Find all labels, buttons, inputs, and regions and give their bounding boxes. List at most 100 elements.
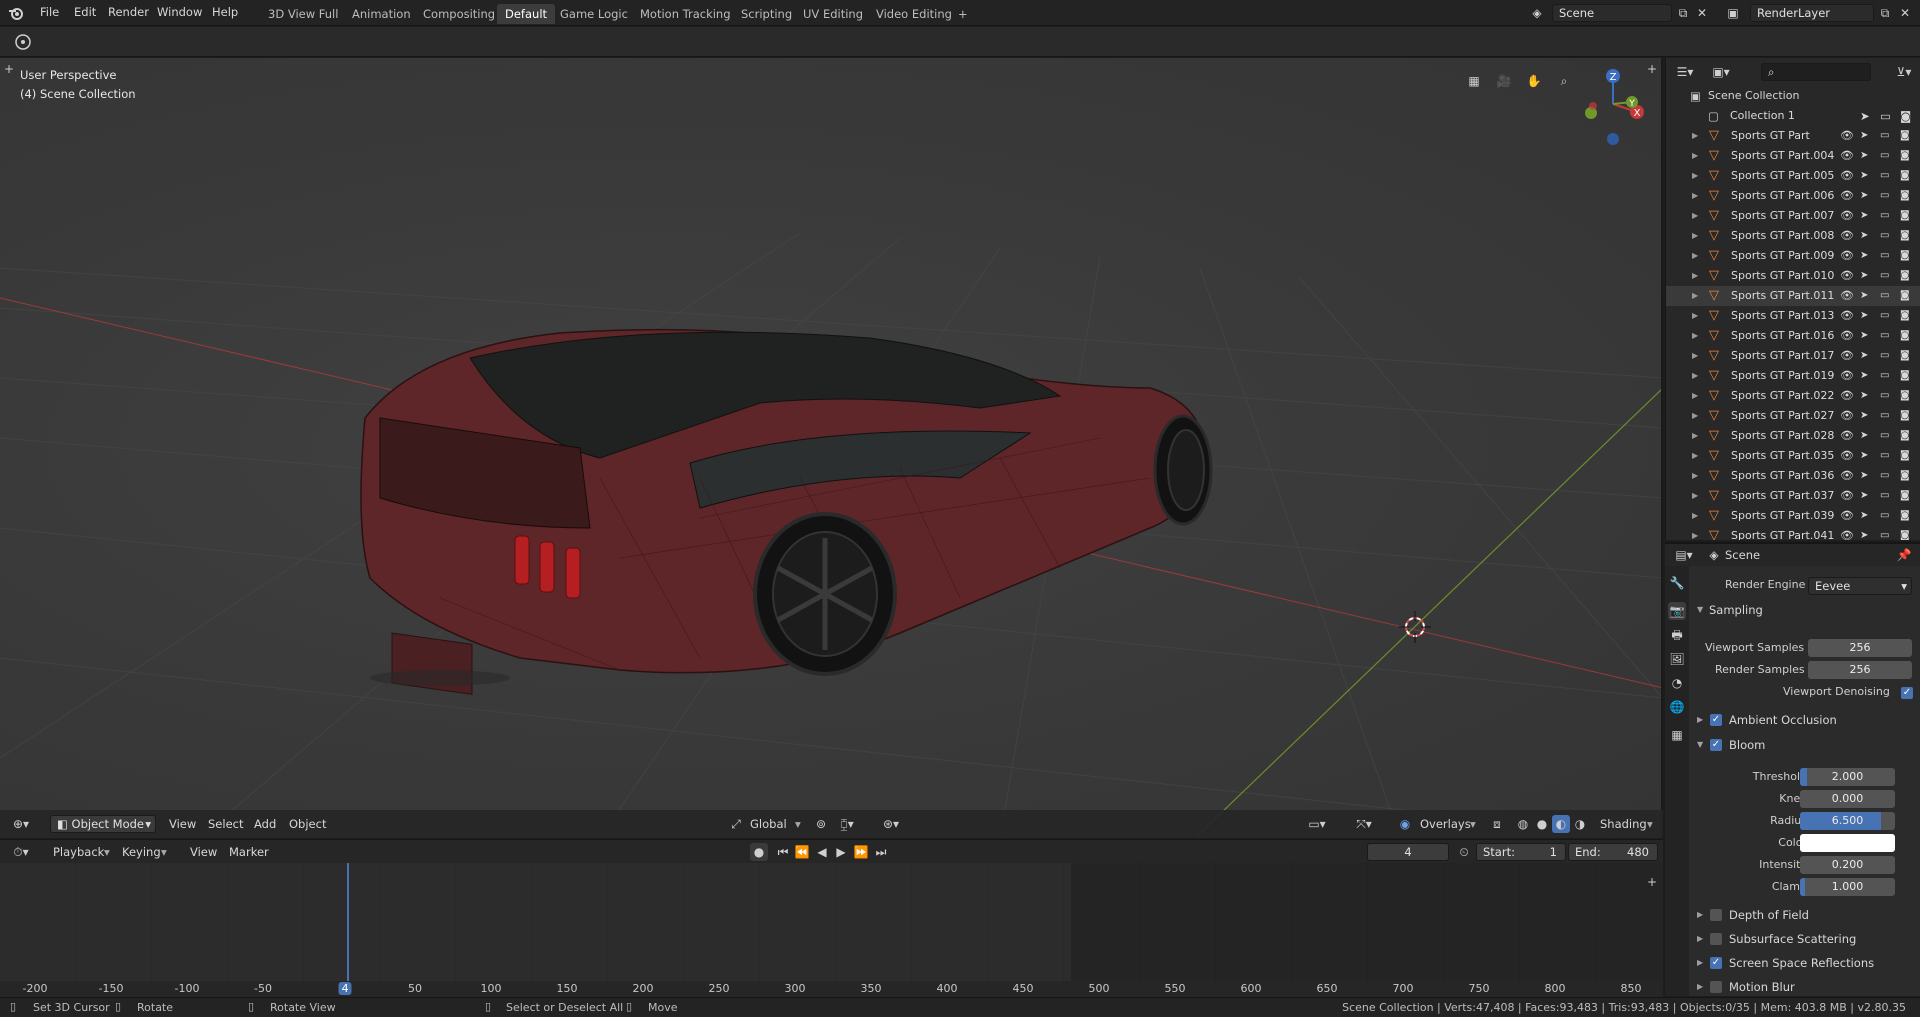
eye-icon[interactable]: 👁 (1840, 146, 1854, 166)
ssr-header[interactable]: Screen Space Reflections (1729, 953, 1874, 973)
eye-icon[interactable]: 👁 (1840, 266, 1854, 286)
expand-arrow-icon[interactable]: ▶ (1692, 506, 1698, 526)
viewport-menu-view[interactable]: View (169, 817, 196, 831)
render-visibility-icon[interactable]: ◙ (1900, 446, 1910, 466)
render-visibility-icon[interactable]: ◙ (1900, 126, 1910, 146)
selectable-icon[interactable]: ➤ (1860, 106, 1870, 126)
scene-context-icon[interactable]: ◈ (1705, 546, 1723, 564)
render-visibility-icon[interactable]: ◙ (1900, 146, 1910, 166)
render-visibility-icon[interactable]: ◙ (1900, 106, 1911, 126)
selectable-icon[interactable]: ➤ (1860, 186, 1868, 206)
expand-arrow-icon[interactable]: ▶ (1692, 326, 1698, 346)
eye-icon[interactable]: 👁 (1840, 126, 1854, 146)
ambient-occlusion-checkbox[interactable]: ✓ (1710, 714, 1722, 726)
depth-of-field-checkbox[interactable] (1710, 909, 1722, 921)
viewport-visibility-icon[interactable]: ▭ (1880, 366, 1889, 386)
outliner-row-scene-collection[interactable]: ▣ Scene Collection (1666, 86, 1920, 106)
end-frame-field[interactable]: End: 480 (1568, 843, 1658, 861)
tab-uv-editing[interactable]: UV Editing (795, 4, 871, 24)
tab-game-logic[interactable]: Game Logic (552, 4, 636, 24)
viewport-visibility-icon[interactable]: ▭ (1880, 506, 1889, 526)
3d-viewport[interactable]: User Perspective (4) Scene Collection ▦ … (0, 58, 1663, 838)
outliner-row[interactable]: ▶ ▽ Sports GT Part.006 👁 ➤ ▭ ◙ (1666, 186, 1920, 206)
shading-material-icon[interactable]: ◐ (1552, 815, 1570, 833)
menu-help[interactable]: Help (212, 5, 238, 19)
radius-slider[interactable]: 6.500 (1800, 812, 1895, 830)
viewport-visibility-icon[interactable]: ▭ (1880, 406, 1889, 426)
sampling-panel-header[interactable]: Sampling (1709, 600, 1763, 620)
expand-arrow-icon[interactable]: ▶ (1692, 386, 1698, 406)
axis-gizmo[interactable]: Z X Y (1580, 66, 1650, 146)
scene-field[interactable]: Scene (1552, 4, 1672, 22)
outliner-row[interactable]: ▶ ▽ Sports GT Part.013 👁 ➤ ▭ ◙ (1666, 306, 1920, 326)
bloom-header[interactable]: Bloom (1729, 735, 1765, 755)
outliner-row[interactable]: ▶ ▽ Sports GT Part 👁 ➤ ▭ ◙ (1666, 126, 1920, 146)
zoom-icon[interactable]: ⌕ (1553, 70, 1575, 92)
render-visibility-icon[interactable]: ◙ (1900, 226, 1910, 246)
expand-arrow-icon[interactable]: ▶ (1692, 426, 1698, 446)
eye-icon[interactable]: 👁 (1840, 486, 1854, 506)
viewport-visibility-icon[interactable]: ▭ (1880, 486, 1889, 506)
xray-icon[interactable]: ⧈ (1488, 815, 1506, 833)
viewport-visibility-icon[interactable]: ▭ (1880, 466, 1889, 486)
pan-hand-icon[interactable]: ✋ (1523, 70, 1545, 92)
playhead-line[interactable] (347, 863, 349, 981)
outliner-row[interactable]: ▶ ▽ Sports GT Part.016 👁 ➤ ▭ ◙ (1666, 326, 1920, 346)
mode-dropdown[interactable]: ◧ Object Mode ▾ (50, 815, 156, 833)
viewport-visibility-icon[interactable]: ▭ (1880, 226, 1889, 246)
pin-icon[interactable]: 📌 (1895, 546, 1913, 564)
eye-icon[interactable]: 👁 (1840, 426, 1854, 446)
render-layer-icon[interactable]: ▣ (1724, 4, 1742, 22)
render-visibility-icon[interactable]: ◙ (1900, 306, 1910, 326)
timeline-menu-keying[interactable]: Keying (122, 845, 161, 859)
jump-end-icon[interactable]: ⏭ (872, 843, 890, 861)
outliner-row-collection-1[interactable]: ▢ Collection 1 ➤ ▭ ◙ (1666, 106, 1920, 126)
eye-icon[interactable]: 👁 (1840, 526, 1854, 540)
viewport-menu-object[interactable]: Object (289, 817, 326, 831)
viewport-visibility-icon[interactable]: ▭ (1880, 106, 1891, 126)
eye-icon[interactable]: 👁 (1840, 346, 1854, 366)
shading-rendered-icon[interactable]: ◑ (1571, 815, 1589, 833)
orientation-dropdown[interactable]: Global (750, 817, 787, 831)
outliner-row[interactable]: ▶ ▽ Sports GT Part.041 👁 ➤ ▭ ◙ (1666, 526, 1920, 540)
selectable-icon[interactable]: ➤ (1860, 526, 1868, 540)
eye-icon[interactable]: 👁 (1840, 446, 1854, 466)
record-icon[interactable]: ● (750, 843, 768, 861)
menu-edit[interactable]: Edit (74, 5, 96, 19)
ambient-occlusion-header[interactable]: Ambient Occlusion (1729, 710, 1837, 730)
jump-keyframe-forward-icon[interactable]: ⏩ (852, 843, 870, 861)
transform-tool-icon[interactable] (12, 32, 34, 52)
gizmo-toggle-icon[interactable]: ⤧▾ (1355, 815, 1373, 833)
subsurface-checkbox[interactable] (1710, 933, 1722, 945)
viewport-visibility-icon[interactable]: ▭ (1880, 446, 1889, 466)
viewport-visibility-icon[interactable]: ▭ (1880, 346, 1889, 366)
eye-icon[interactable]: 👁 (1840, 206, 1854, 226)
selectable-icon[interactable]: ➤ (1860, 126, 1868, 146)
outliner-row[interactable]: ▶ ▽ Sports GT Part.010 👁 ➤ ▭ ◙ (1666, 266, 1920, 286)
knee-slider[interactable]: 0.000 (1800, 790, 1895, 808)
selectable-icon[interactable]: ➤ (1860, 326, 1868, 346)
viewport-menu-select[interactable]: Select (208, 817, 243, 831)
outliner-row[interactable]: ▶ ▽ Sports GT Part.028 👁 ➤ ▭ ◙ (1666, 426, 1920, 446)
outliner-row[interactable]: ▶ ▽ Sports GT Part.039 👁 ➤ ▭ ◙ (1666, 506, 1920, 526)
intensity-slider[interactable]: 0.200 (1800, 856, 1895, 874)
expand-arrow-icon[interactable]: ▶ (1692, 286, 1698, 306)
render-layer-field[interactable]: RenderLayer (1750, 4, 1874, 22)
tab-compositing[interactable]: Compositing (415, 4, 503, 24)
viewport-samples-field[interactable]: 256 (1808, 639, 1912, 657)
outliner-row[interactable]: ▶ ▽ Sports GT Part.035 👁 ➤ ▭ ◙ (1666, 446, 1920, 466)
tab-video-editing[interactable]: Video Editing (868, 4, 960, 24)
menu-render[interactable]: Render (108, 5, 149, 19)
eye-icon[interactable]: 👁 (1840, 166, 1854, 186)
threshold-slider[interactable]: 2.000 (1800, 768, 1895, 786)
selectable-icon[interactable]: ➤ (1860, 286, 1868, 306)
viewport-visibility-icon[interactable]: ▭ (1880, 246, 1889, 266)
camera-view-icon[interactable]: 🎥 (1493, 70, 1515, 92)
outliner-row[interactable]: ▶ ▽ Sports GT Part.017 👁 ➤ ▭ ◙ (1666, 346, 1920, 366)
viewport-visibility-icon[interactable]: ▭ (1880, 306, 1889, 326)
outliner-display-mode-icon[interactable]: ▣▾ (1712, 63, 1730, 81)
viewport-visibility-icon[interactable]: ▭ (1880, 146, 1889, 166)
viewport-visibility-icon[interactable]: ▭ (1880, 166, 1889, 186)
eye-icon[interactable]: 👁 (1840, 186, 1854, 206)
viewport-visibility-icon[interactable]: ▭ (1880, 266, 1889, 286)
